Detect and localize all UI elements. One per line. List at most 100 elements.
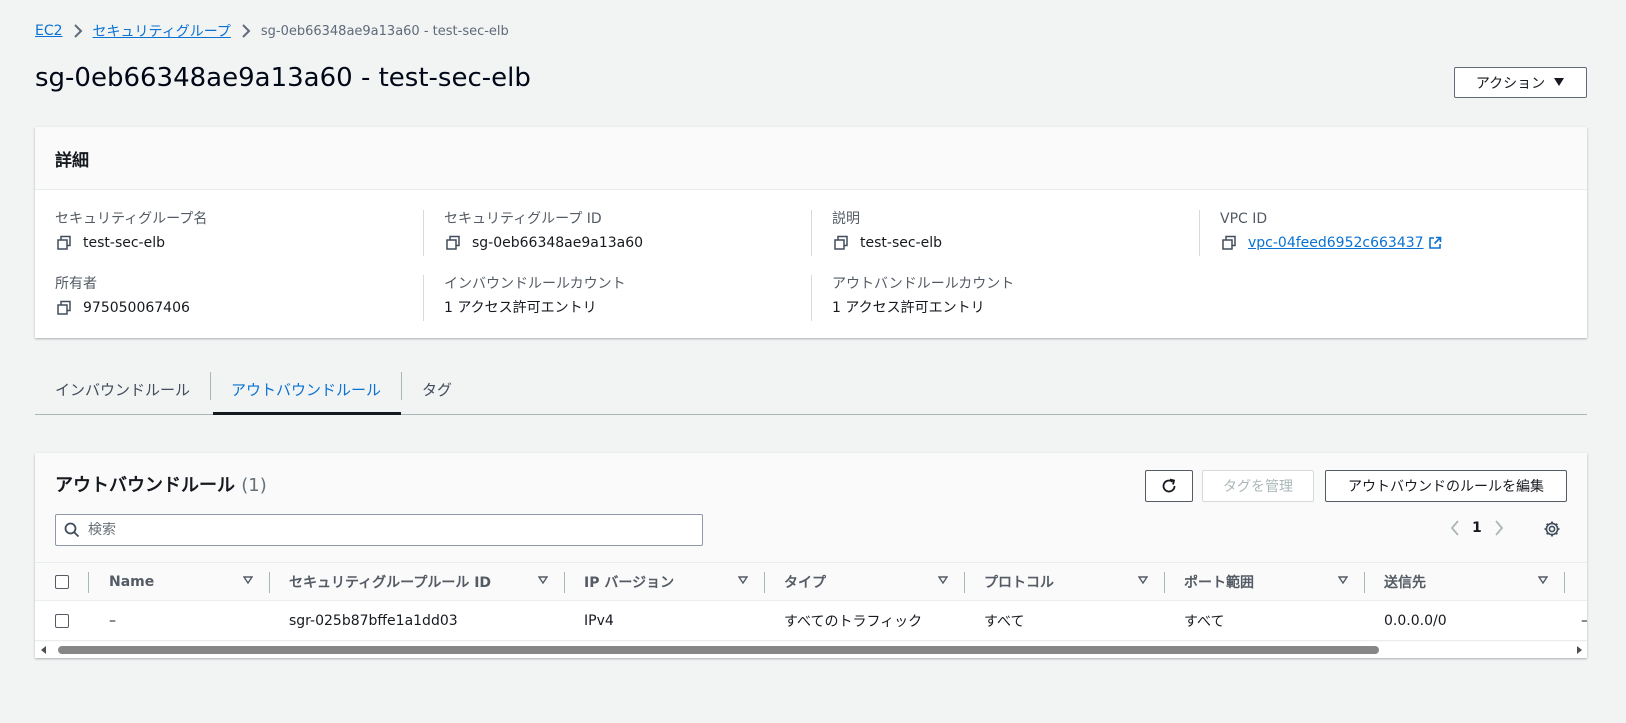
scroll-right-arrow-icon[interactable] xyxy=(1576,646,1582,654)
page-number[interactable]: 1 xyxy=(1472,520,1482,536)
column-header-destination[interactable]: 送信先 xyxy=(1384,563,1426,600)
sort-icon[interactable] xyxy=(738,576,748,584)
vpc-id-value: vpc-04feed6952c663437 xyxy=(1248,235,1424,251)
sg-id-value: sg-0eb66348ae9a13a60 xyxy=(472,235,644,251)
divider xyxy=(423,275,424,321)
outbound-count-cell: アウトバンドルールカウント 1 アクセス許可エントリ xyxy=(832,275,1202,317)
sg-id-label: セキュリティグループ ID xyxy=(444,211,602,227)
chevron-right-icon xyxy=(73,24,83,38)
rules-title: アウトバウンドルール (1) xyxy=(55,471,267,497)
copy-icon[interactable] xyxy=(55,234,73,252)
actions-button-label: アクション xyxy=(1475,75,1546,92)
edit-outbound-rules-button[interactable]: アウトバウンドのルールを編集 xyxy=(1325,470,1567,502)
inbound-count-label: インバウンドルールカウント xyxy=(444,276,626,292)
sort-icon[interactable] xyxy=(1538,576,1548,584)
column-header-protocol[interactable]: プロトコル xyxy=(984,563,1054,600)
rules-count: (1) xyxy=(241,475,267,496)
column-divider[interactable] xyxy=(1364,572,1365,593)
description-cell: 説明 test-sec-elb xyxy=(832,210,1202,252)
sort-icon[interactable] xyxy=(938,576,948,584)
refresh-icon xyxy=(1160,477,1178,495)
column-divider xyxy=(88,572,89,593)
vpc-id-link[interactable]: vpc-04feed6952c663437 xyxy=(1248,234,1442,252)
cell-ip-version: IPv4 xyxy=(584,612,614,629)
breadcrumb-ec2-link[interactable]: EC2 xyxy=(35,23,63,39)
cell-protocol: すべて xyxy=(984,613,1025,630)
table-row[interactable]: – sgr-025b87bffe1a1dd03 IPv4 すべてのトラフィック … xyxy=(35,601,1587,641)
copy-icon[interactable] xyxy=(444,234,462,252)
outbound-count-label: アウトバンドルールカウント xyxy=(832,276,1015,292)
breadcrumb-current: sg-0eb66348ae9a13a60 - test-sec-elb xyxy=(260,23,509,39)
cell-name: – xyxy=(109,612,116,629)
divider xyxy=(423,210,424,256)
tab-inbound-rules[interactable]: インバウンドルール xyxy=(35,365,210,414)
column-header-type[interactable]: タイプ xyxy=(784,563,826,600)
column-divider[interactable] xyxy=(269,572,270,593)
owner-value: 975050067406 xyxy=(83,300,190,316)
owner-cell: 所有者 975050067406 xyxy=(55,275,425,317)
details-header: 詳細 xyxy=(35,127,1587,190)
inbound-count-value: 1 アクセス許可エントリ xyxy=(444,300,597,316)
column-header-ip-version[interactable]: IP バージョン xyxy=(584,563,674,600)
sg-name-cell: セキュリティグループ名 test-sec-elb xyxy=(55,210,425,252)
breadcrumb: EC2 セキュリティグループ sg-0eb66348ae9a13a60 - te… xyxy=(35,21,509,41)
select-all-checkbox[interactable] xyxy=(55,574,69,589)
sg-id-cell: セキュリティグループ ID sg-0eb66348ae9a13a60 xyxy=(444,210,814,252)
sg-name-label: セキュリティグループ名 xyxy=(55,211,208,227)
column-divider[interactable] xyxy=(964,572,965,593)
scroll-left-arrow-icon[interactable] xyxy=(41,646,47,654)
divider xyxy=(1199,210,1200,256)
copy-icon[interactable] xyxy=(55,299,73,317)
owner-label: 所有者 xyxy=(55,276,97,292)
search-icon xyxy=(64,522,80,538)
vpc-id-label: VPC ID xyxy=(1220,211,1268,227)
select-all-checkbox-cell xyxy=(55,563,69,600)
sort-icon[interactable] xyxy=(1138,576,1148,584)
rules-title-text: アウトバウンドルール xyxy=(55,475,235,496)
column-header-rule-id[interactable]: セキュリティグループルール ID xyxy=(289,563,491,600)
column-divider[interactable] xyxy=(764,572,765,593)
vpc-id-cell: VPC ID vpc-04feed6952c663437 xyxy=(1220,210,1590,252)
column-header-name[interactable]: Name xyxy=(109,563,154,600)
pagination: 1 xyxy=(1450,520,1504,536)
external-link-icon xyxy=(1428,236,1442,250)
column-header-port-range[interactable]: ポート範囲 xyxy=(1184,563,1254,600)
cell-port-range: すべて xyxy=(1184,613,1225,630)
copy-icon[interactable] xyxy=(1220,234,1238,252)
divider xyxy=(811,210,812,256)
tab-outbound-rules[interactable]: アウトバウンドルール xyxy=(211,365,402,415)
cell-type: すべてのトラフィック xyxy=(784,613,923,630)
tab-bar: インバウンドルール アウトバウンドルール タグ xyxy=(35,365,1587,415)
rules-table: Name セキュリティグループルール ID IP バージョン タイプ プロトコル… xyxy=(35,562,1587,641)
search-box xyxy=(55,514,703,546)
description-value: test-sec-elb xyxy=(860,235,942,251)
column-divider[interactable] xyxy=(1164,572,1165,593)
scrollbar-thumb[interactable] xyxy=(58,646,1379,654)
chevron-right-icon[interactable] xyxy=(1494,520,1504,536)
details-panel: 詳細 セキュリティグループ名 test-sec-elb セキュリティグループ I… xyxy=(35,127,1587,338)
breadcrumb-security-groups-link[interactable]: セキュリティグループ xyxy=(93,21,231,41)
inbound-count-cell: インバウンドルールカウント 1 アクセス許可エントリ xyxy=(444,275,814,317)
details-grid: セキュリティグループ名 test-sec-elb セキュリティグループ ID s… xyxy=(35,190,1587,338)
actions-dropdown-button[interactable]: アクション xyxy=(1454,67,1587,98)
sort-icon[interactable] xyxy=(243,576,253,584)
column-divider[interactable] xyxy=(564,572,565,593)
divider xyxy=(811,275,812,321)
refresh-button[interactable] xyxy=(1145,470,1193,502)
column-divider[interactable] xyxy=(1564,572,1565,593)
chevron-left-icon[interactable] xyxy=(1450,520,1460,536)
page-title: sg-0eb66348ae9a13a60 - test-sec-elb xyxy=(35,63,531,93)
sort-icon[interactable] xyxy=(538,576,548,584)
copy-icon[interactable] xyxy=(832,234,850,252)
row-checkbox-cell xyxy=(55,601,69,640)
gear-icon[interactable] xyxy=(1543,520,1561,538)
cell-overflow: – xyxy=(1581,601,1587,640)
sort-icon[interactable] xyxy=(1338,576,1348,584)
row-checkbox[interactable] xyxy=(55,613,69,628)
description-label: 説明 xyxy=(832,211,860,227)
caret-down-icon xyxy=(1553,75,1565,91)
manage-tags-button[interactable]: タグを管理 xyxy=(1202,470,1314,502)
tab-tags[interactable]: タグ xyxy=(402,365,472,414)
search-input[interactable] xyxy=(88,522,702,538)
horizontal-scrollbar[interactable] xyxy=(35,642,1587,658)
